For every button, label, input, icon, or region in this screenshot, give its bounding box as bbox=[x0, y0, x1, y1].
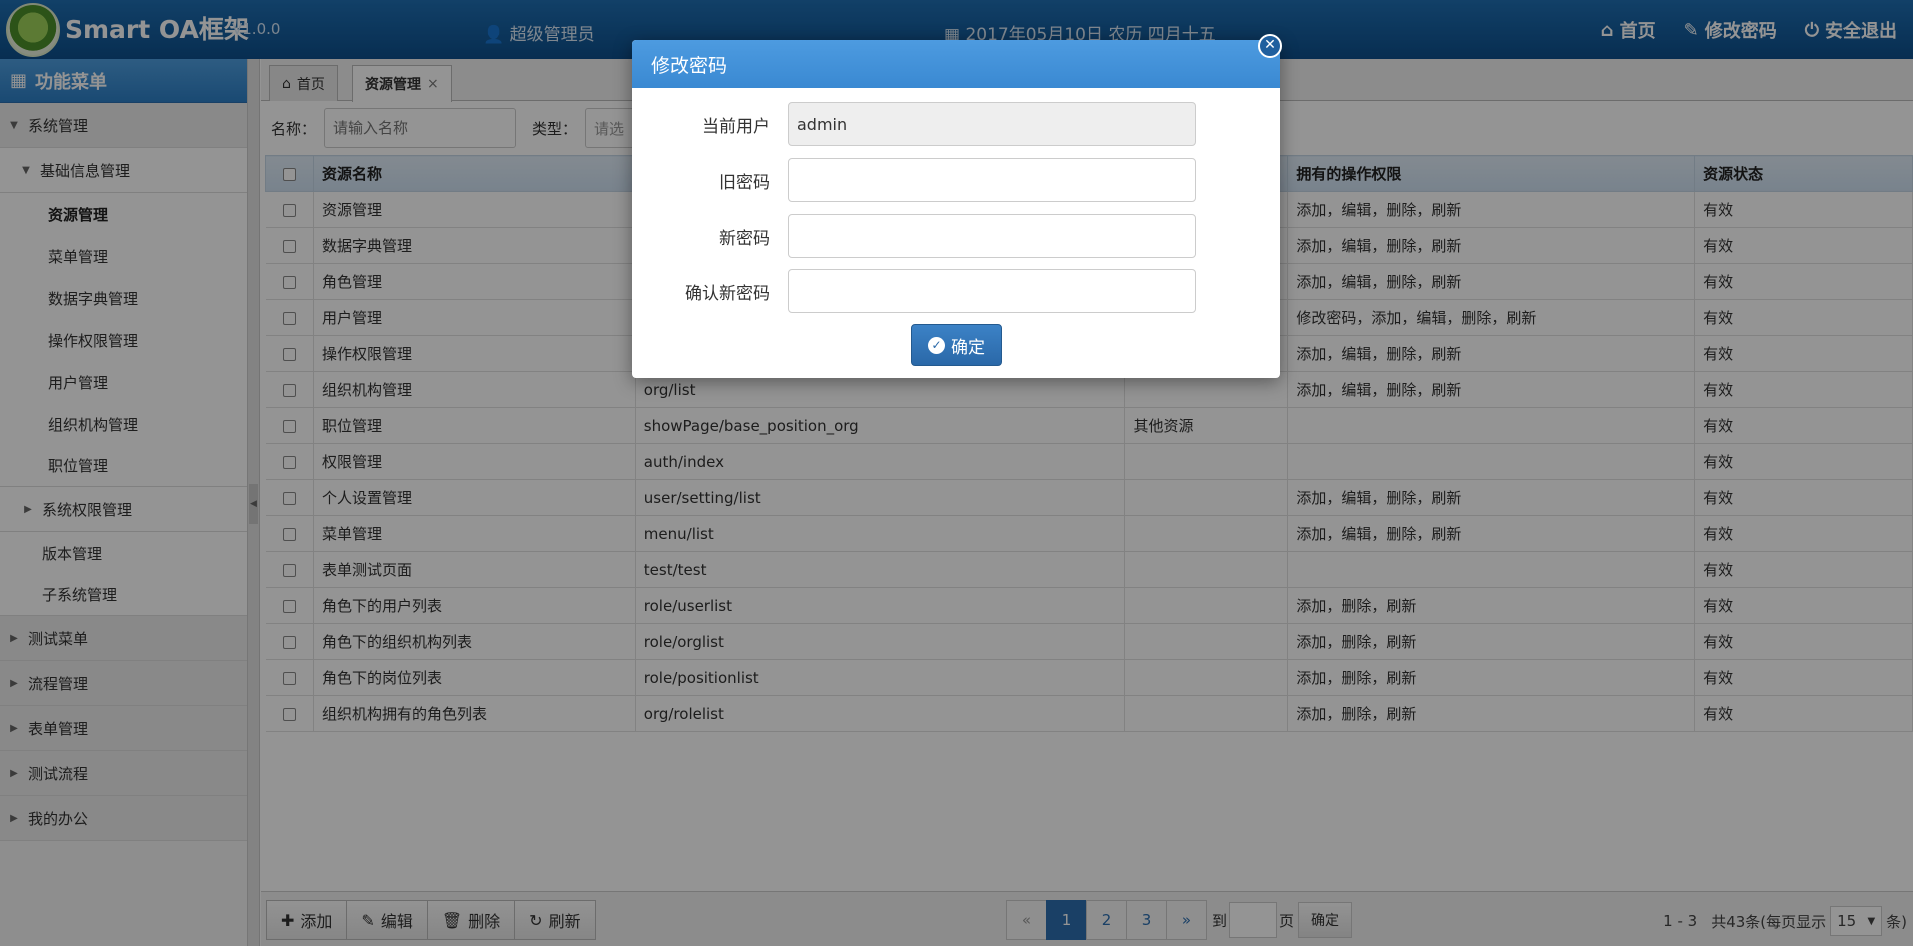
confirm-button-label: 确定 bbox=[951, 337, 985, 358]
old-password-row: 旧密码 bbox=[632, 158, 1280, 202]
current-user-label: 当前用户 bbox=[702, 116, 770, 137]
current-user-field bbox=[788, 102, 1196, 146]
new-password-row: 新密码 bbox=[632, 214, 1280, 258]
confirm-password-field[interactable] bbox=[788, 269, 1196, 313]
current-user-row: 当前用户 bbox=[632, 102, 1280, 146]
confirm-password-row: 确认新密码 bbox=[632, 269, 1280, 313]
confirm-password-label: 确认新密码 bbox=[685, 283, 770, 304]
new-password-field[interactable] bbox=[788, 214, 1196, 258]
close-icon[interactable]: ✕ bbox=[1258, 34, 1282, 58]
confirm-button[interactable]: ✓ 确定 bbox=[911, 324, 1002, 366]
old-password-label: 旧密码 bbox=[719, 172, 770, 193]
check-circle-icon: ✓ bbox=[928, 336, 945, 354]
old-password-field[interactable] bbox=[788, 158, 1196, 202]
change-password-dialog: 修改密码 ✕ 当前用户 旧密码 新密码 确认新密码 ✓ 确定 bbox=[632, 34, 1282, 378]
dialog-title: 修改密码 bbox=[632, 40, 1280, 88]
new-password-label: 新密码 bbox=[719, 228, 770, 249]
